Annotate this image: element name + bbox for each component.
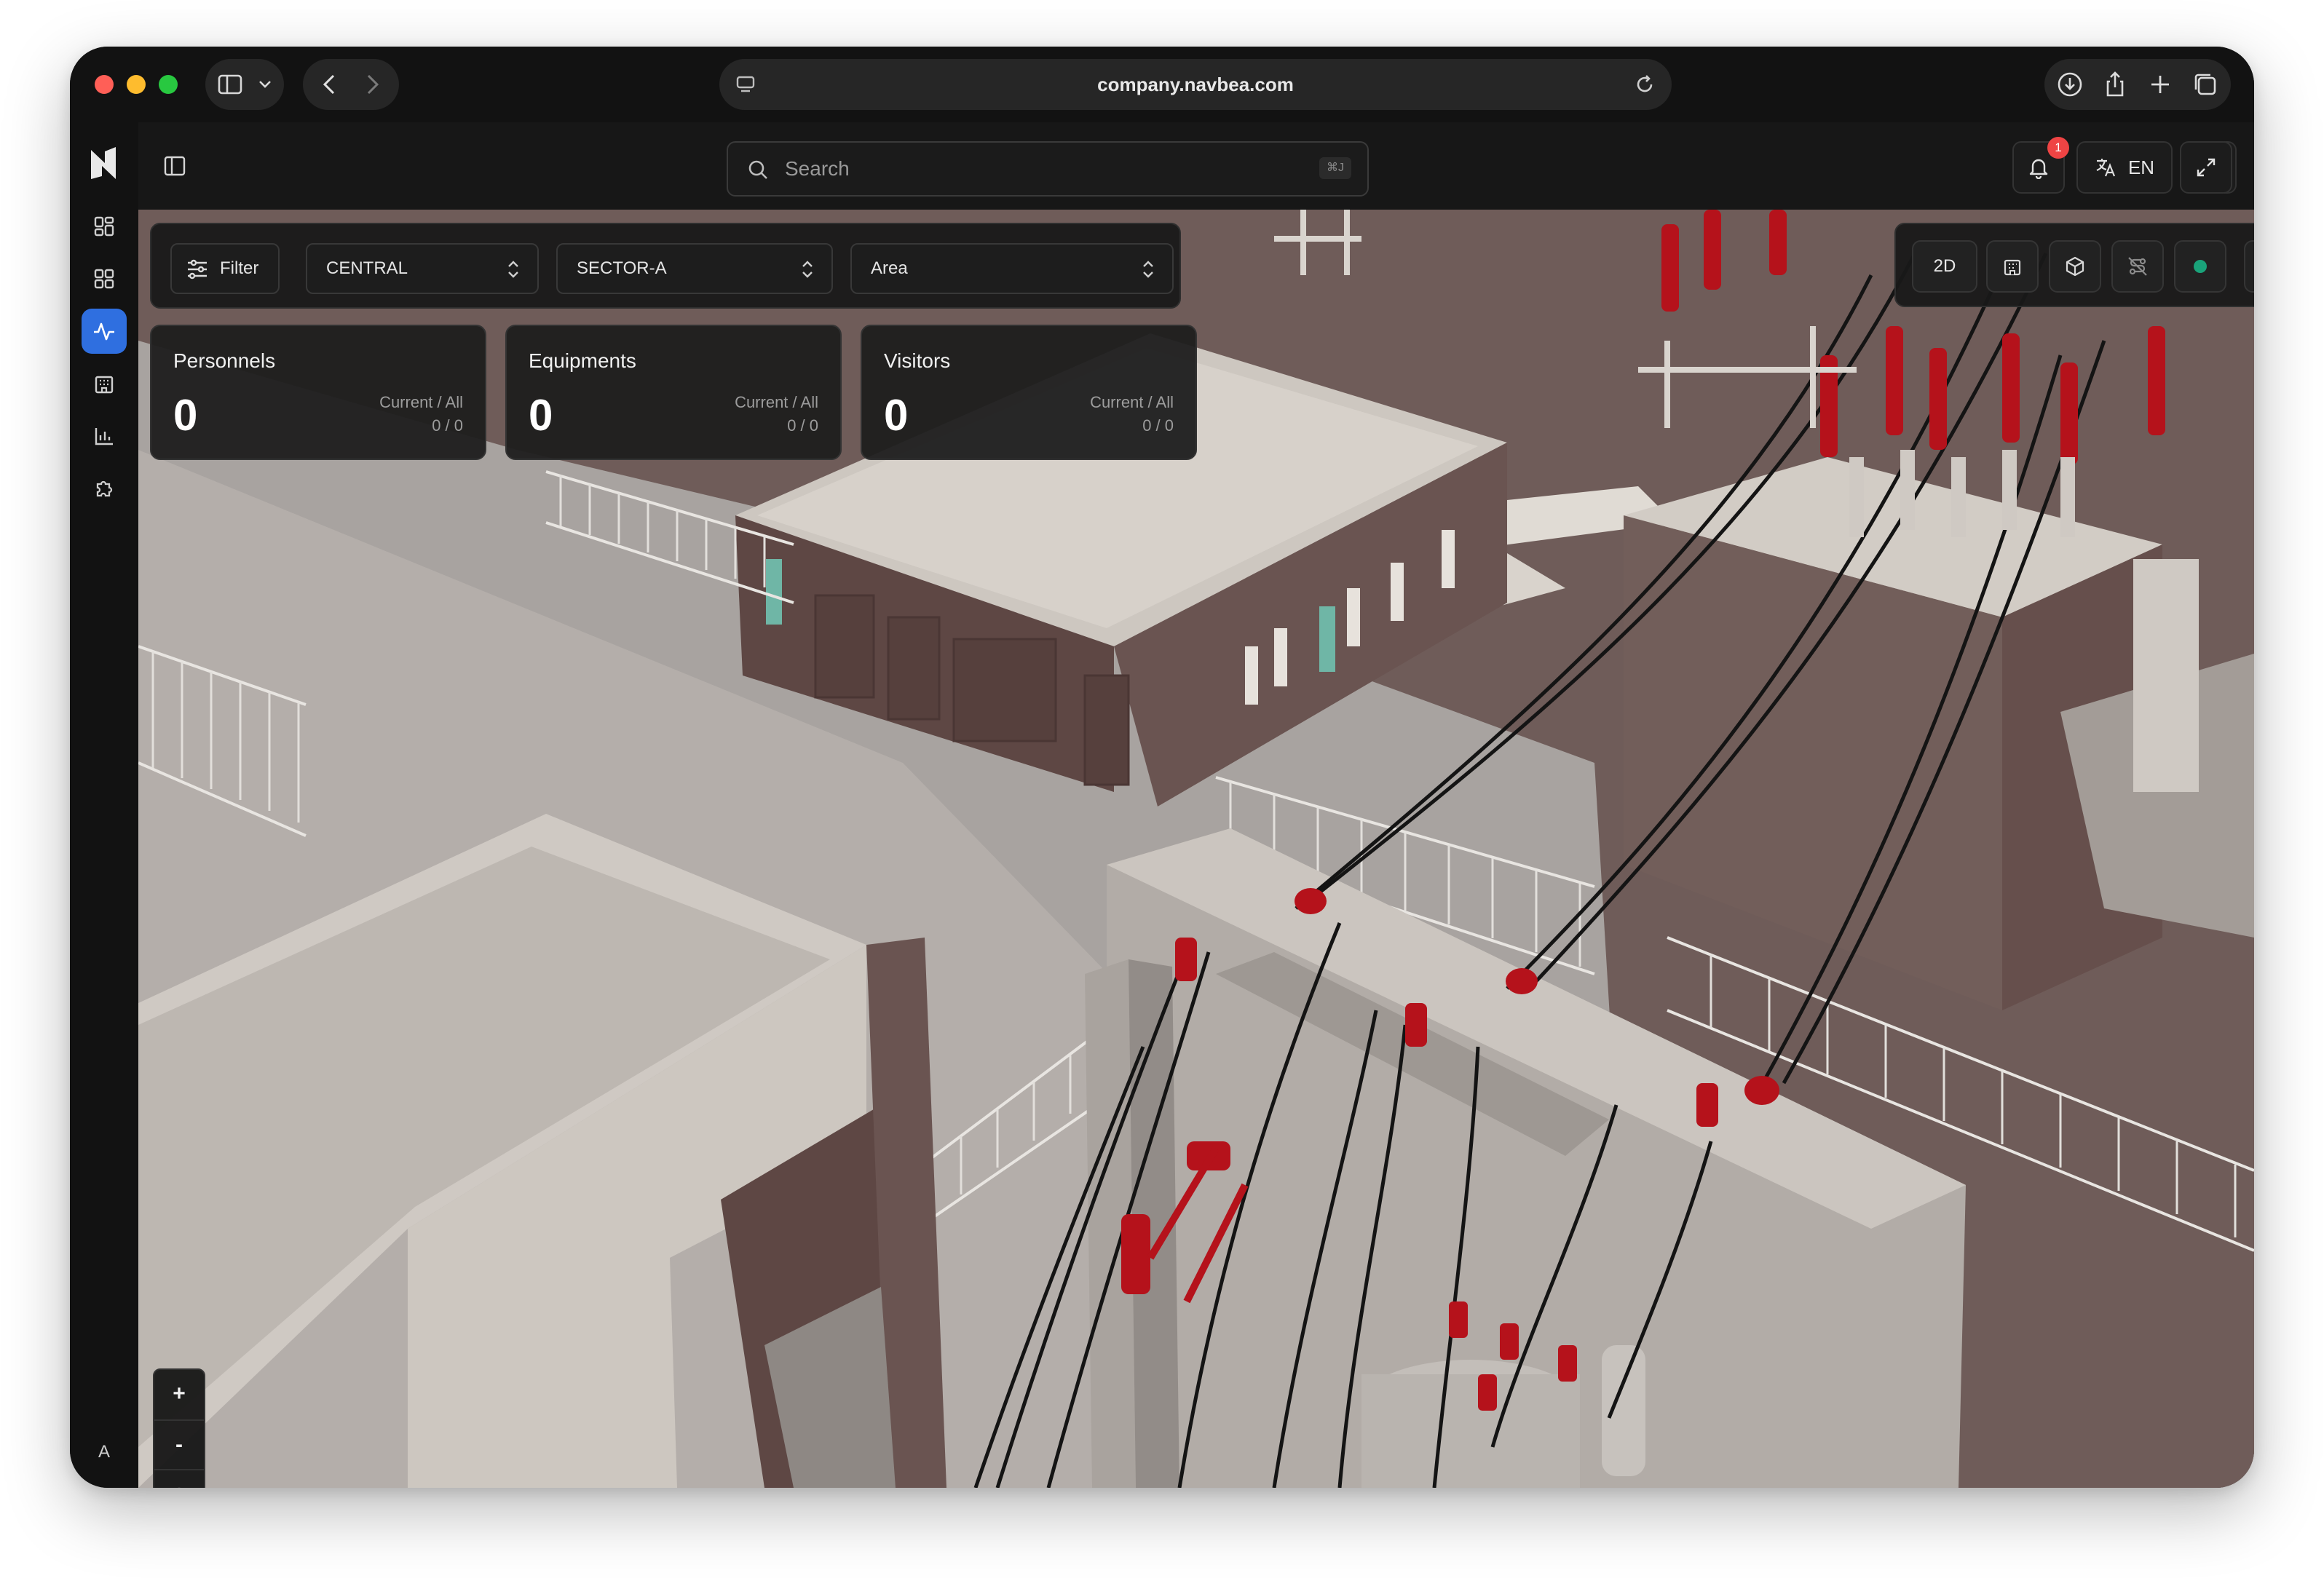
- filter-label: Filter: [220, 258, 259, 278]
- language-button[interactable]: EN: [2076, 141, 2173, 194]
- card-title: Equipments: [529, 349, 636, 372]
- zoom-out-button[interactable]: -: [154, 1419, 204, 1469]
- chevron-down-icon: [259, 81, 271, 88]
- up-down-chevron-icon: [802, 261, 813, 278]
- sector-select[interactable]: SECTOR-A: [556, 243, 833, 294]
- dashboard-grid-icon: [94, 216, 114, 237]
- notifications-button[interactable]: 1: [2012, 137, 2069, 194]
- cube-icon: [2066, 256, 2084, 277]
- card-ratio: 0 / 0: [787, 416, 818, 435]
- region-select[interactable]: CENTRAL: [306, 243, 539, 294]
- mode-2d-button[interactable]: 2D: [1912, 240, 1977, 293]
- view-controls: 2D: [1894, 223, 2254, 307]
- search-placeholder: Search: [785, 157, 850, 180]
- orbit-icon: [177, 1487, 181, 1488]
- translate-icon: [2096, 159, 2115, 177]
- search-shortcut: ⌘J: [1319, 157, 1351, 179]
- card-caption: Current / All: [379, 393, 463, 411]
- filter-panel: Filter CENTRAL SECTOR-A Area: [150, 223, 1181, 309]
- minimize-window-button[interactable]: [127, 75, 146, 94]
- route-icon: [2128, 257, 2147, 276]
- zoom-in-button[interactable]: +: [154, 1370, 204, 1418]
- filter-button[interactable]: Filter: [170, 243, 280, 294]
- url-text: company.navbea.com: [1097, 74, 1294, 95]
- building-icon: [2004, 259, 2021, 276]
- back-arrow-icon[interactable]: [307, 70, 351, 99]
- activity-pulse-icon: [94, 322, 114, 341]
- building-view-button[interactable]: [1986, 240, 2039, 293]
- sidebar-item-monitoring[interactable]: [82, 309, 127, 354]
- visitors-card[interactable]: Visitors 0 Current / All 0 / 0: [861, 325, 1197, 460]
- forward-arrow-icon[interactable]: [351, 70, 395, 99]
- language-label: EN: [2127, 156, 2155, 178]
- new-tab-icon[interactable]: [2146, 70, 2175, 99]
- app-sidebar: A: [70, 122, 139, 1488]
- live-status-button[interactable]: [2174, 240, 2226, 293]
- sidebar-item-apps[interactable]: [82, 256, 127, 301]
- bar-chart-icon: [95, 428, 113, 445]
- fullscreen-button[interactable]: [2180, 141, 2232, 194]
- sector-value: SECTOR-A: [577, 258, 667, 278]
- card-value: 0: [173, 391, 198, 440]
- search-input[interactable]: Search ⌘J: [727, 141, 1369, 197]
- status-dot-icon: [2194, 260, 2207, 273]
- up-down-chevron-icon: [1143, 261, 1153, 278]
- browser-actions: [2044, 59, 2231, 110]
- region-value: CENTRAL: [326, 258, 408, 278]
- notification-badge: 1: [2047, 137, 2069, 159]
- route-toggle-button[interactable]: [2111, 240, 2164, 293]
- card-caption: Current / All: [735, 393, 818, 411]
- mode-3d-button[interactable]: [2049, 240, 2101, 293]
- sidebar-layout-icon: [218, 74, 242, 95]
- visibility-toggle-button[interactable]: [2244, 240, 2254, 293]
- building-icon: [95, 376, 114, 394]
- card-title: Visitors: [884, 349, 951, 372]
- share-icon[interactable]: [2100, 70, 2130, 99]
- equipments-card[interactable]: Equipments 0 Current / All 0 / 0: [505, 325, 842, 460]
- address-bar[interactable]: company.navbea.com: [719, 59, 1672, 110]
- card-value: 0: [884, 391, 909, 440]
- bell-icon: [2029, 159, 2048, 179]
- card-ratio: 0 / 0: [432, 416, 463, 435]
- sidebar-toggle-button[interactable]: [205, 59, 284, 110]
- download-icon[interactable]: [2055, 70, 2084, 99]
- puzzle-icon: [96, 480, 113, 497]
- reset-view-button[interactable]: [154, 1469, 204, 1488]
- up-down-chevron-icon: [508, 261, 518, 278]
- card-title: Personnels: [173, 349, 276, 372]
- sliders-icon: [188, 259, 207, 280]
- navbea-logo: [91, 147, 116, 179]
- area-select[interactable]: Area: [850, 243, 1174, 294]
- apps-grid-icon: [94, 269, 114, 289]
- sidebar-item-reports[interactable]: [82, 413, 127, 459]
- panel-toggle-icon[interactable]: [163, 154, 186, 178]
- browser-window: company.navbea.com A Search ⌘J 1 EN Filt…: [70, 47, 2254, 1488]
- sidebar-item-buildings[interactable]: [82, 361, 127, 406]
- scene-viewport[interactable]: Filter CENTRAL SECTOR-A Area Personnels …: [138, 210, 2254, 1488]
- card-value: 0: [529, 391, 553, 440]
- tab-overview-icon[interactable]: [2191, 70, 2220, 99]
- reload-icon[interactable]: [1634, 74, 1656, 95]
- navigation-buttons: [303, 59, 399, 110]
- zoom-controls: + -: [153, 1368, 205, 1488]
- app-header: Search ⌘J 1 EN: [138, 122, 2254, 211]
- user-avatar[interactable]: A: [87, 1435, 121, 1469]
- maximize-window-button[interactable]: [159, 75, 178, 94]
- card-caption: Current / All: [1090, 393, 1174, 411]
- expand-icon: [2197, 158, 2216, 177]
- card-ratio: 0 / 0: [1142, 416, 1174, 435]
- browser-toolbar: company.navbea.com: [70, 47, 2254, 122]
- personnels-card[interactable]: Personnels 0 Current / All 0 / 0: [150, 325, 486, 460]
- sidebar-item-integrations[interactable]: [82, 466, 127, 511]
- search-icon: [748, 160, 767, 179]
- sidebar-item-dashboard[interactable]: [82, 204, 127, 249]
- close-window-button[interactable]: [95, 75, 114, 94]
- area-value: Area: [871, 258, 908, 278]
